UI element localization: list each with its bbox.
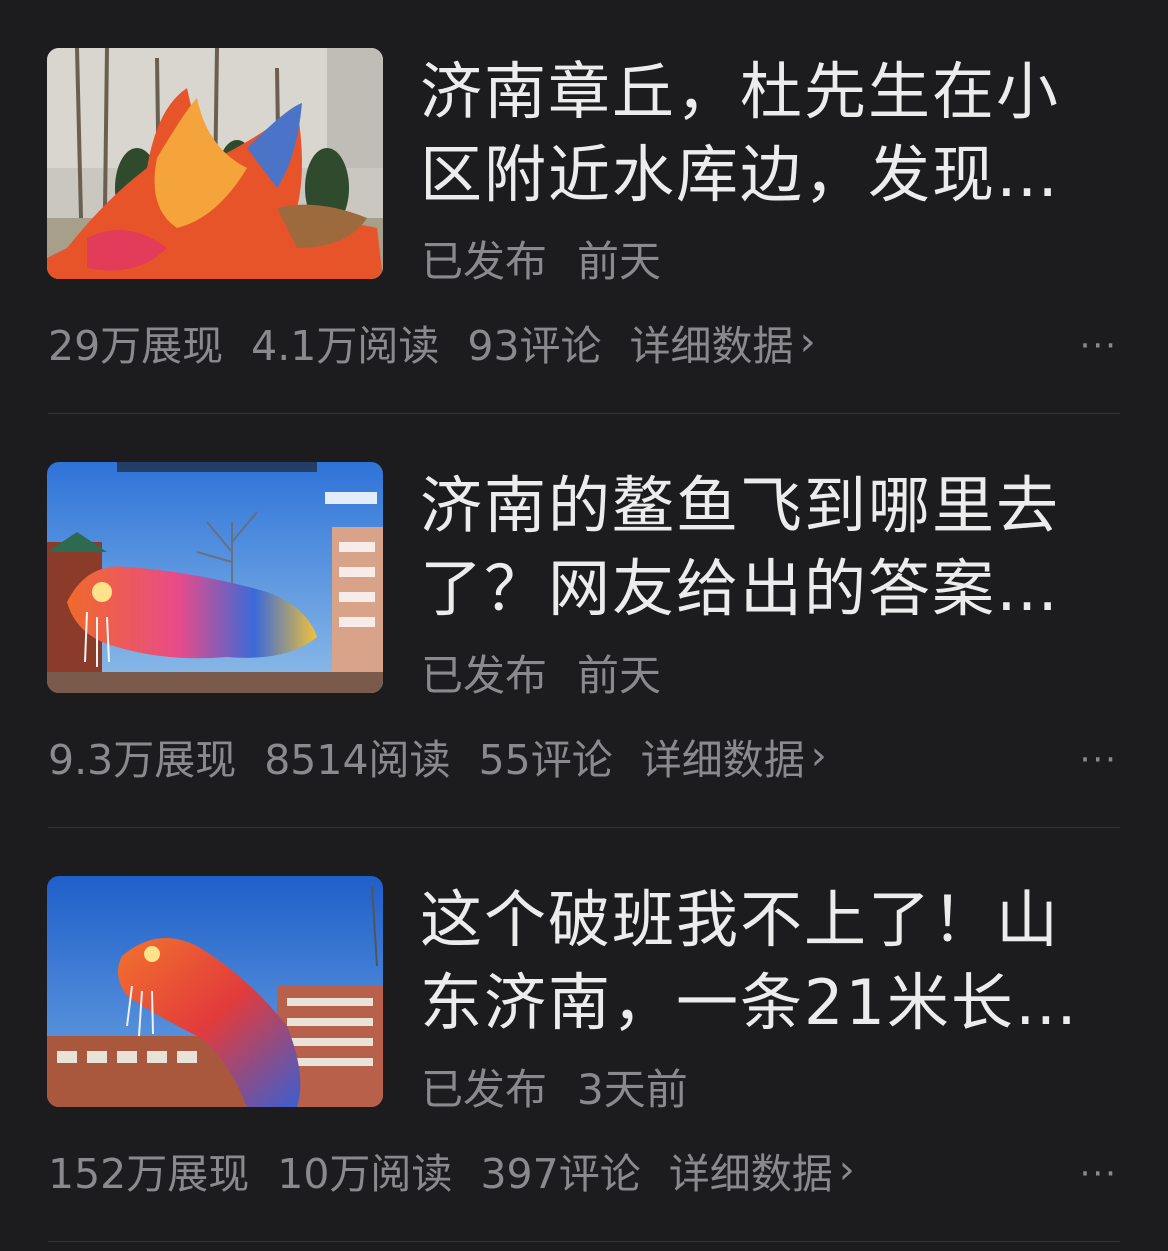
publish-time: 前天 xyxy=(577,651,662,700)
publish-meta: 已发布 3天前 xyxy=(421,1056,688,1117)
article-thumbnail[interactable] xyxy=(47,48,383,279)
article-card[interactable]: 这个破班我不上了！山 东济南，一条21米长… 已发布 3天前 152万展现 10万… xyxy=(0,828,1168,1242)
article-card[interactable]: 济南的鳌鱼飞到哪里去 了？网友给出的答案… 已发布 前天 9.3万展现 8514阅… xyxy=(0,414,1168,828)
title-line: 济南章丘，杜先生在小 xyxy=(420,55,1061,128)
impressions-count: 152万展现 xyxy=(48,1150,250,1198)
article-thumbnail[interactable] xyxy=(47,876,383,1107)
comments-count: 397评论 xyxy=(480,1150,641,1198)
publish-meta: 已发布 前天 xyxy=(421,642,661,703)
article-title[interactable]: 这个破班我不上了！山 东济南，一条21米长… xyxy=(420,878,1120,1044)
reads-count: 10万阅读 xyxy=(277,1150,453,1198)
detail-data-link[interactable]: 详细数据 › xyxy=(669,1140,855,1200)
article-stats: 9.3万展现 8514阅读 55评论 详细数据 › xyxy=(48,726,827,786)
article-title[interactable]: 济南的鳌鱼飞到哪里去 了？网友给出的答案… xyxy=(420,464,1120,630)
article-stats: 152万展现 10万阅读 397评论 详细数据 › xyxy=(48,1140,855,1200)
comments-count: 93评论 xyxy=(467,322,602,370)
publish-status: 已发布 xyxy=(421,1065,548,1114)
detail-data-label: 详细数据 xyxy=(629,322,794,370)
impressions-count: 29万展现 xyxy=(48,322,224,370)
article-thumbnail[interactable] xyxy=(47,462,383,693)
detail-data-label: 详细数据 xyxy=(640,736,805,784)
more-options-icon[interactable]: ··· xyxy=(1080,740,1118,780)
publish-time: 3天前 xyxy=(577,1065,688,1114)
reads-count: 4.1万阅读 xyxy=(251,322,440,370)
more-options-icon[interactable]: ··· xyxy=(1080,326,1118,366)
lantern-photo-thumbnail xyxy=(47,876,383,1107)
lantern-photo-thumbnail xyxy=(47,48,383,279)
title-line: 了？网友给出的答案… xyxy=(420,552,1061,625)
divider xyxy=(48,1241,1120,1242)
more-options-icon[interactable]: ··· xyxy=(1080,1154,1118,1194)
publish-status: 已发布 xyxy=(421,237,548,286)
publish-status: 已发布 xyxy=(421,651,548,700)
title-line: 区附近水库边，发现… xyxy=(420,138,1061,211)
comments-count: 55评论 xyxy=(478,736,613,784)
article-stats: 29万展现 4.1万阅读 93评论 详细数据 › xyxy=(48,312,816,372)
title-line: 东济南，一条21米长… xyxy=(420,966,1079,1039)
detail-data-label: 详细数据 xyxy=(668,1150,833,1198)
chevron-right-icon: › xyxy=(838,1147,855,1193)
article-card[interactable]: 济南章丘，杜先生在小 区附近水库边，发现… 已发布 前天 29万展现 4.1万阅读… xyxy=(0,0,1168,414)
detail-data-link[interactable]: 详细数据 › xyxy=(641,726,827,786)
chevron-right-icon: › xyxy=(799,319,816,365)
article-title[interactable]: 济南章丘，杜先生在小 区附近水库边，发现… xyxy=(420,50,1120,216)
impressions-count: 9.3万展现 xyxy=(48,736,237,784)
article-list: 济南章丘，杜先生在小 区附近水库边，发现… 已发布 前天 29万展现 4.1万阅读… xyxy=(0,0,1168,1251)
publish-time: 前天 xyxy=(577,237,662,286)
chevron-right-icon: › xyxy=(810,733,827,779)
lantern-photo-thumbnail xyxy=(47,462,383,693)
title-line: 这个破班我不上了！山 xyxy=(420,883,1061,956)
detail-data-link[interactable]: 详细数据 › xyxy=(630,312,816,372)
title-line: 济南的鳌鱼飞到哪里去 xyxy=(420,469,1061,542)
publish-meta: 已发布 前天 xyxy=(421,228,661,289)
reads-count: 8514阅读 xyxy=(264,736,451,784)
